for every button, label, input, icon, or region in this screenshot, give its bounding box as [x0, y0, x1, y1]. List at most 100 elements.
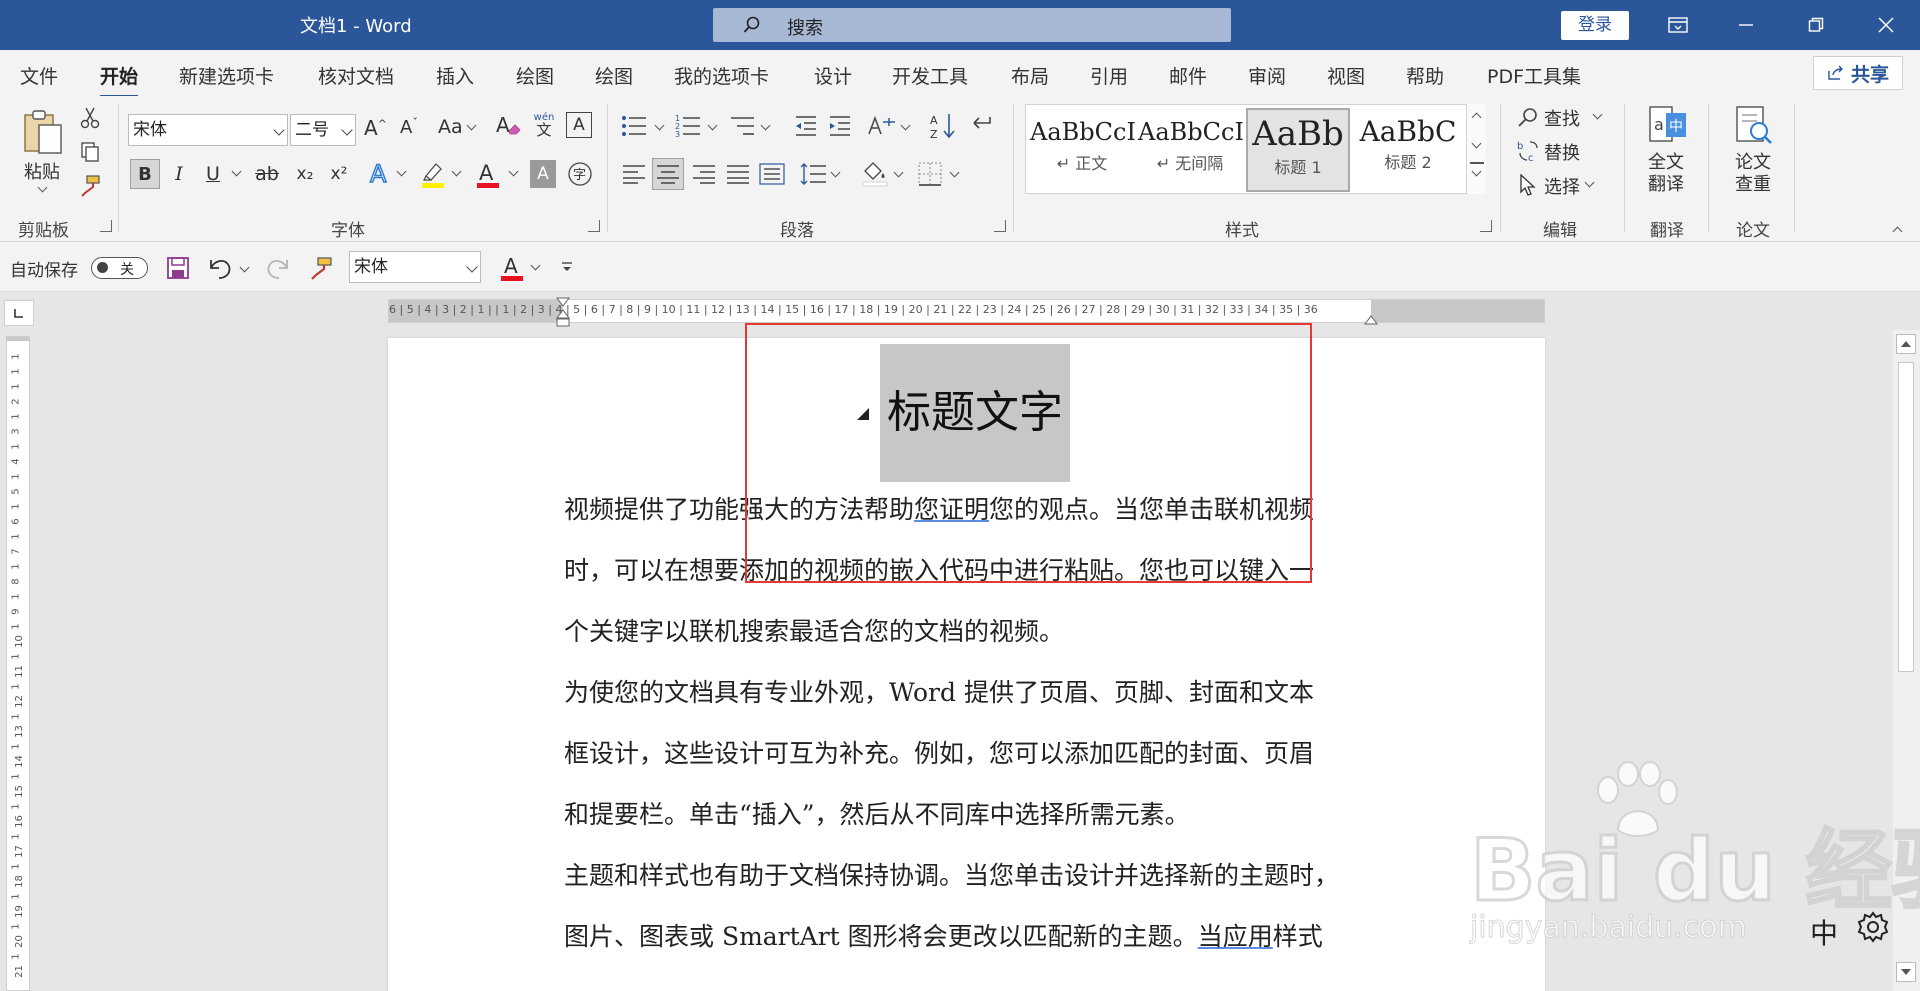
change-case-dropdown[interactable] [466, 120, 477, 131]
tab-mailings[interactable]: 邮件 [1169, 62, 1207, 89]
ime-settings-button[interactable] [1856, 910, 1890, 944]
paste-button[interactable] [18, 104, 68, 160]
qat-format-painter-button[interactable] [307, 254, 335, 282]
search-box[interactable]: 搜索 [713, 8, 1231, 42]
ribbon-display-options-button[interactable] [1650, 0, 1706, 50]
tab-review[interactable]: 审阅 [1248, 62, 1286, 89]
superscript-button[interactable]: x² [326, 159, 352, 189]
borders-dropdown[interactable] [949, 167, 960, 178]
borders-button[interactable] [916, 160, 944, 188]
document-line[interactable]: 为使您的文档具有专业外观，Word 提供了页眉、页脚、封面和文本 [564, 673, 1314, 709]
find-dropdown[interactable] [1592, 109, 1603, 120]
multilevel-list-button[interactable] [728, 112, 756, 140]
tab-home[interactable]: 开始 [100, 62, 139, 98]
login-button[interactable]: 登录 [1561, 11, 1629, 40]
document-line[interactable]: 个关键字以联机搜索最适合您的文档的视频。 [564, 612, 1064, 648]
tab-view[interactable]: 视图 [1327, 62, 1365, 89]
tab-selector[interactable] [4, 300, 34, 326]
undo-dropdown[interactable] [239, 262, 250, 273]
change-case-button[interactable]: Aa [438, 116, 463, 138]
document-line[interactable]: 主题和样式也有助于文档保持协调。当您单击设计并选择新的主题时， [564, 856, 1339, 892]
right-indent-marker[interactable] [1364, 312, 1378, 326]
phonetic-guide-button[interactable]: wén 文 [530, 110, 558, 140]
style-heading-2[interactable]: AaBbC 标题 2 [1356, 108, 1460, 192]
bullets-button[interactable] [620, 112, 648, 140]
gallery-more-icon[interactable] [1471, 166, 1482, 177]
select-icon-wrap[interactable] [1515, 172, 1541, 198]
scroll-down-button[interactable] [1896, 962, 1916, 982]
style-heading-1[interactable]: AaBb 标题 1 [1246, 108, 1350, 192]
autosave-toggle[interactable]: 关 [91, 257, 148, 279]
horizontal-ruler[interactable]: 6 | 5 | 4 | 3 | 2 | 1 | | 1 | 2 | 3 | 4 … [388, 297, 1545, 327]
text-effects-button[interactable]: A [366, 158, 396, 190]
paste-dropdown[interactable] [37, 182, 48, 193]
paper-check-button[interactable]: 论文 查重 [1735, 152, 1771, 196]
ime-mode-indicator[interactable]: 中 [1810, 912, 1838, 952]
undo-button[interactable] [206, 254, 234, 282]
align-left-button[interactable] [620, 160, 648, 188]
find-icon-wrap[interactable] [1515, 104, 1541, 130]
share-button[interactable]: 共享 [1813, 56, 1903, 90]
style-normal[interactable]: AaBbCcI ↵ 正文 [1030, 108, 1136, 192]
qat-font-select[interactable]: 宋体 [349, 251, 481, 283]
decrease-indent-button[interactable] [792, 112, 820, 140]
replace-icon-wrap[interactable]: bc [1515, 138, 1541, 164]
style-no-spacing[interactable]: AaBbCcI ↵ 无间隔 [1138, 108, 1244, 192]
paragraph-dialog-launcher[interactable] [994, 220, 1006, 232]
tab-developer[interactable]: 开发工具 [892, 62, 968, 89]
tab-draw-2[interactable]: 绘图 [595, 62, 633, 89]
italic-button[interactable]: I [166, 159, 192, 189]
qat-font-color-button[interactable]: A [497, 251, 527, 283]
subscript-button[interactable]: x₂ [292, 159, 318, 189]
tab-design[interactable]: 设计 [814, 62, 852, 89]
highlight-color-button[interactable] [418, 158, 448, 190]
styles-dialog-launcher[interactable] [1480, 220, 1492, 232]
bold-button[interactable]: B [130, 159, 160, 189]
find-button[interactable]: 查找 [1544, 105, 1580, 131]
gallery-down-icon[interactable] [1471, 138, 1482, 149]
styles-gallery-scroll[interactable] [1466, 104, 1486, 194]
tab-help[interactable]: 帮助 [1406, 62, 1444, 89]
scroll-up-button[interactable] [1896, 334, 1916, 354]
increase-indent-button[interactable] [826, 112, 854, 140]
align-right-button[interactable] [690, 160, 718, 188]
line-spacing-dropdown[interactable] [830, 167, 841, 178]
chinese-layout-dropdown[interactable] [900, 120, 911, 131]
paper-check-icon-wrap[interactable] [1730, 104, 1776, 150]
tab-pdf-tools[interactable]: PDF工具集 [1487, 62, 1581, 89]
document-line[interactable]: 框设计，这些设计可互为补充。例如，您可以添加匹配的封面、页眉 [564, 734, 1314, 770]
collapse-ribbon-icon[interactable] [1892, 226, 1903, 237]
select-dropdown[interactable] [1584, 177, 1595, 188]
document-line[interactable]: 和提要栏。单击“插入”，然后从不同库中选择所需元素。 [564, 795, 1190, 831]
qat-font-color-dropdown[interactable] [530, 260, 541, 271]
document-line[interactable]: 图片、图表或 SmartArt 图形将会更改以匹配新的主题。当应用样式 [564, 917, 1323, 953]
tab-review-doc[interactable]: 核对文档 [318, 62, 394, 89]
numbering-dropdown[interactable] [707, 120, 718, 131]
distributed-button[interactable] [758, 160, 786, 188]
font-color-button[interactable]: A [473, 158, 503, 190]
restore-button[interactable] [1788, 0, 1844, 50]
format-painter-button[interactable] [78, 174, 102, 198]
tab-file[interactable]: 文件 [20, 62, 58, 89]
shading-button[interactable] [860, 158, 890, 188]
bullets-dropdown[interactable] [654, 120, 665, 131]
full-translate-button[interactable]: 全文 翻译 [1648, 152, 1684, 196]
tab-references[interactable]: 引用 [1090, 62, 1128, 89]
underline-button[interactable]: U [200, 159, 226, 189]
underline-dropdown[interactable] [231, 166, 242, 177]
tab-draw-1[interactable]: 绘图 [516, 62, 554, 89]
font-dialog-launcher[interactable] [588, 220, 600, 232]
tab-new-tab[interactable]: 新建选项卡 [179, 62, 274, 89]
save-button[interactable] [164, 254, 192, 282]
tab-layout[interactable]: 布局 [1011, 62, 1049, 89]
clipboard-dialog-launcher[interactable] [100, 220, 112, 232]
indent-markers[interactable] [556, 296, 570, 330]
redo-button[interactable] [264, 254, 292, 282]
tab-my-tab[interactable]: 我的选项卡 [674, 62, 769, 89]
copy-button[interactable] [78, 140, 102, 164]
character-shading-button[interactable]: A [530, 160, 556, 188]
sort-button[interactable]: AZ [928, 110, 958, 142]
customize-qat-button[interactable] [558, 256, 576, 278]
gallery-up-icon[interactable] [1471, 112, 1482, 123]
align-center-button[interactable] [652, 158, 684, 190]
